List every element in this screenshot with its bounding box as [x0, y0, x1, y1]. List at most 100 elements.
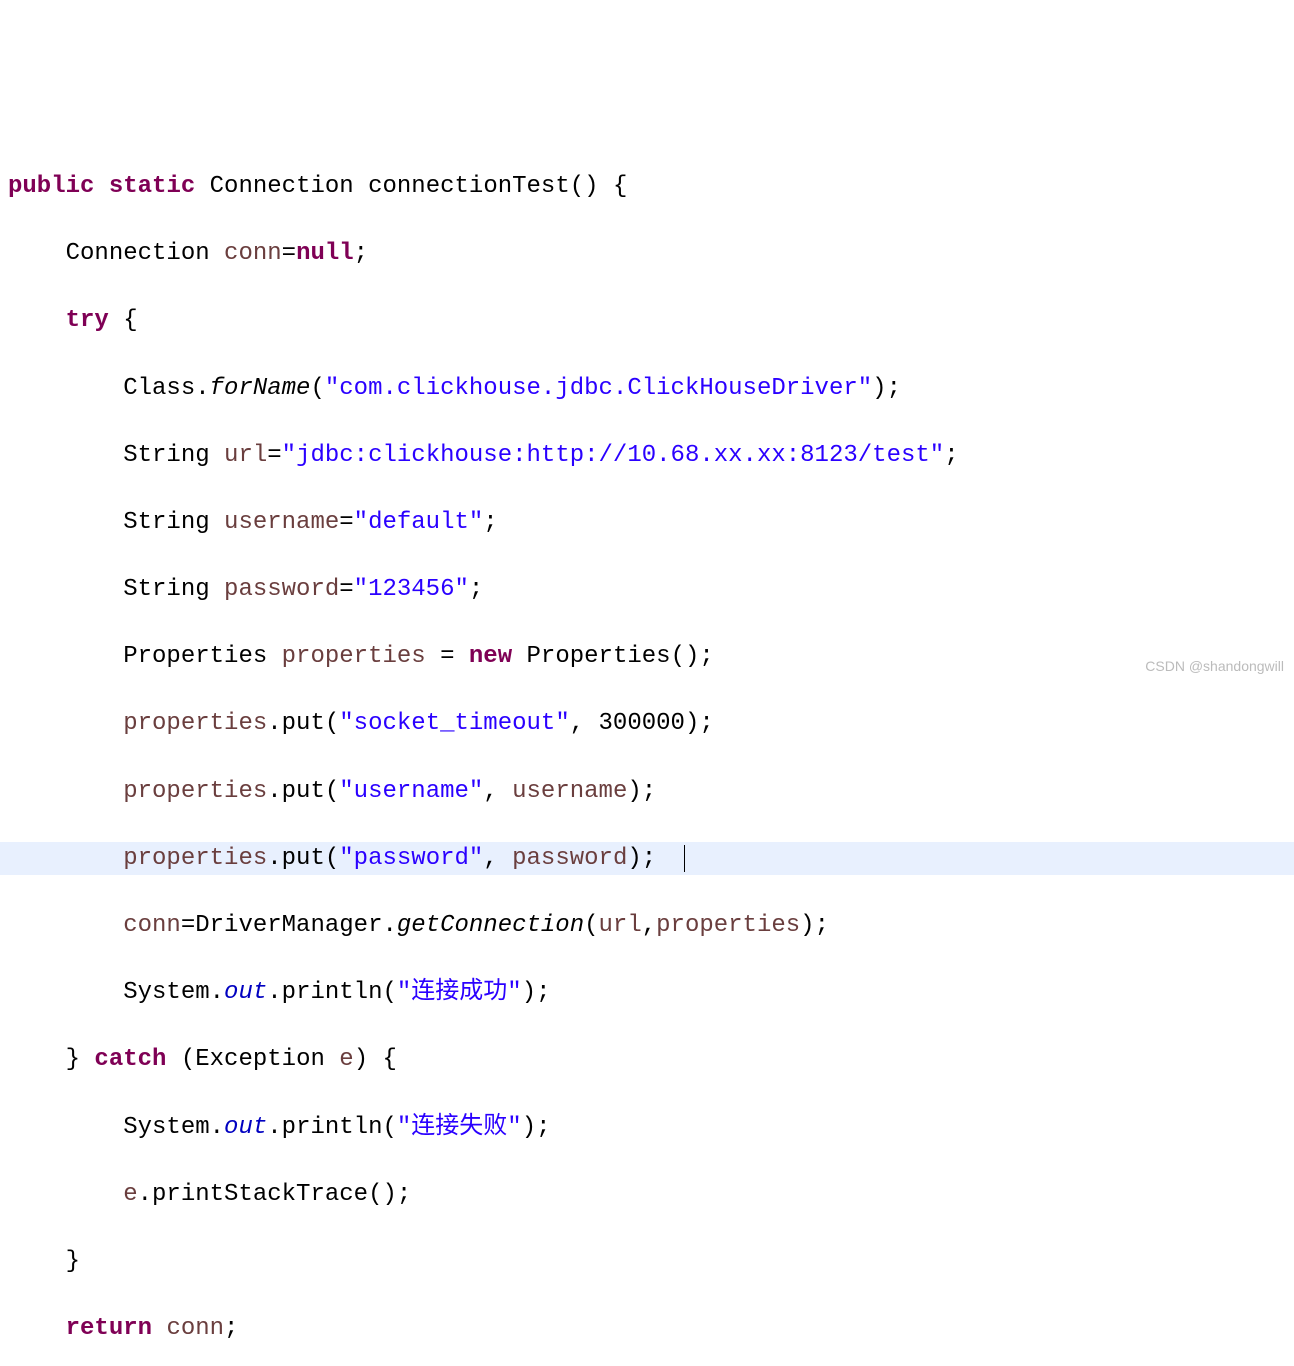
code-editor[interactable]: public static Connection connectionTest(… [0, 134, 1294, 1366]
keyword-null: null [296, 240, 354, 267]
type: Properties [123, 643, 267, 670]
code-line-18[interactable]: return conn; [0, 1312, 1294, 1346]
method-call: put [282, 845, 325, 872]
semicolon: ; [699, 643, 713, 670]
field-ref: out [224, 1114, 267, 1141]
class-ref: System [123, 979, 209, 1006]
method-call: println [282, 979, 383, 1006]
dot: . [267, 1114, 281, 1141]
equals: = [339, 509, 353, 536]
method-call: println [282, 1114, 383, 1141]
code-line-4[interactable]: Class.forName("com.clickhouse.jdbc.Click… [0, 372, 1294, 406]
code-line-8[interactable]: Properties properties = new Properties()… [0, 640, 1294, 674]
method-call: printStackTrace [152, 1181, 368, 1208]
keyword-try: try [66, 307, 109, 334]
variable: conn [166, 1315, 224, 1342]
indent [8, 509, 123, 536]
variable: url [599, 912, 642, 939]
paren-open: ( [325, 710, 339, 737]
dot: . [267, 710, 281, 737]
brace-open: { [383, 1046, 397, 1073]
code-line-12[interactable]: conn=DriverManager.getConnection(url,pro… [0, 909, 1294, 943]
semicolon: ; [483, 509, 497, 536]
code-line-16[interactable]: e.printStackTrace(); [0, 1178, 1294, 1212]
paren-close: ) [354, 1046, 368, 1073]
text-cursor [684, 845, 686, 871]
type: Exception [195, 1046, 325, 1073]
dot: . [382, 912, 396, 939]
semicolon: ; [536, 979, 550, 1006]
code-line-6[interactable]: String username="default"; [0, 506, 1294, 540]
indent [8, 442, 123, 469]
code-line-1[interactable]: public static Connection connectionTest(… [0, 170, 1294, 204]
type: Connection [66, 240, 210, 267]
equals: = [426, 643, 469, 670]
return-type: Connection [210, 173, 354, 200]
dot: . [210, 1114, 224, 1141]
semicolon: ; [944, 442, 958, 469]
string-literal: "连接成功" [397, 979, 522, 1006]
dot: . [138, 1181, 152, 1208]
equals: = [282, 240, 296, 267]
type: String [123, 442, 209, 469]
semicolon: ; [815, 912, 829, 939]
code-line-5[interactable]: String url="jdbc:clickhouse:http://10.68… [0, 439, 1294, 473]
type: String [123, 576, 209, 603]
equals: = [267, 442, 281, 469]
method-call: forName [210, 375, 311, 402]
variable: conn [224, 240, 282, 267]
code-line-13[interactable]: System.out.println("连接成功"); [0, 976, 1294, 1010]
paren-close: ) [627, 778, 641, 805]
paren-open: ( [325, 778, 339, 805]
indent [8, 1046, 66, 1073]
parens: () [671, 643, 700, 670]
paren-open: ( [383, 979, 397, 1006]
parens: () [368, 1181, 397, 1208]
paren-close: ) [800, 912, 814, 939]
watermark-text: CSDN @shandongwill [1145, 657, 1284, 677]
indent [8, 1248, 66, 1275]
variable: properties [123, 845, 267, 872]
code-line-7[interactable]: String password="123456"; [0, 573, 1294, 607]
string-literal: "连接失败" [397, 1114, 522, 1141]
semicolon: ; [887, 375, 901, 402]
brace-close: } [66, 1248, 80, 1275]
code-line-17[interactable]: } [0, 1245, 1294, 1279]
equals: = [181, 912, 195, 939]
code-line-10[interactable]: properties.put("username", username); [0, 775, 1294, 809]
indent [8, 643, 123, 670]
code-line-3[interactable]: try { [0, 304, 1294, 338]
variable: properties [656, 912, 800, 939]
variable: username [512, 778, 627, 805]
paren-close: ) [522, 979, 536, 1006]
semicolon: ; [642, 845, 656, 872]
code-line-11-current[interactable]: properties.put("password", password); [0, 842, 1294, 876]
brace-open: { [613, 173, 627, 200]
paren-open: ( [181, 1046, 195, 1073]
dot: . [267, 778, 281, 805]
variable: e [339, 1046, 353, 1073]
indent [8, 240, 66, 267]
code-line-9[interactable]: properties.put("socket_timeout", 300000)… [0, 707, 1294, 741]
semicolon: ; [354, 240, 368, 267]
string-literal: "com.clickhouse.jdbc.ClickHouseDriver" [325, 375, 872, 402]
variable: properties [282, 643, 426, 670]
code-line-2[interactable]: Connection conn=null; [0, 237, 1294, 271]
comma: , [570, 710, 599, 737]
comma: , [483, 845, 512, 872]
variable: password [224, 576, 339, 603]
semicolon: ; [642, 778, 656, 805]
semicolon: ; [699, 710, 713, 737]
paren-open: ( [310, 375, 324, 402]
class-ref: System [123, 1114, 209, 1141]
semicolon: ; [397, 1181, 411, 1208]
paren-open: ( [383, 1114, 397, 1141]
variable: properties [123, 778, 267, 805]
dot: . [210, 979, 224, 1006]
string-literal: "jdbc:clickhouse:http://10.68.xx.xx:8123… [282, 442, 945, 469]
string-literal: "default" [354, 509, 484, 536]
indent [8, 845, 123, 872]
code-line-15[interactable]: System.out.println("连接失败"); [0, 1111, 1294, 1145]
code-line-14[interactable]: } catch (Exception e) { [0, 1043, 1294, 1077]
comma: , [483, 778, 512, 805]
